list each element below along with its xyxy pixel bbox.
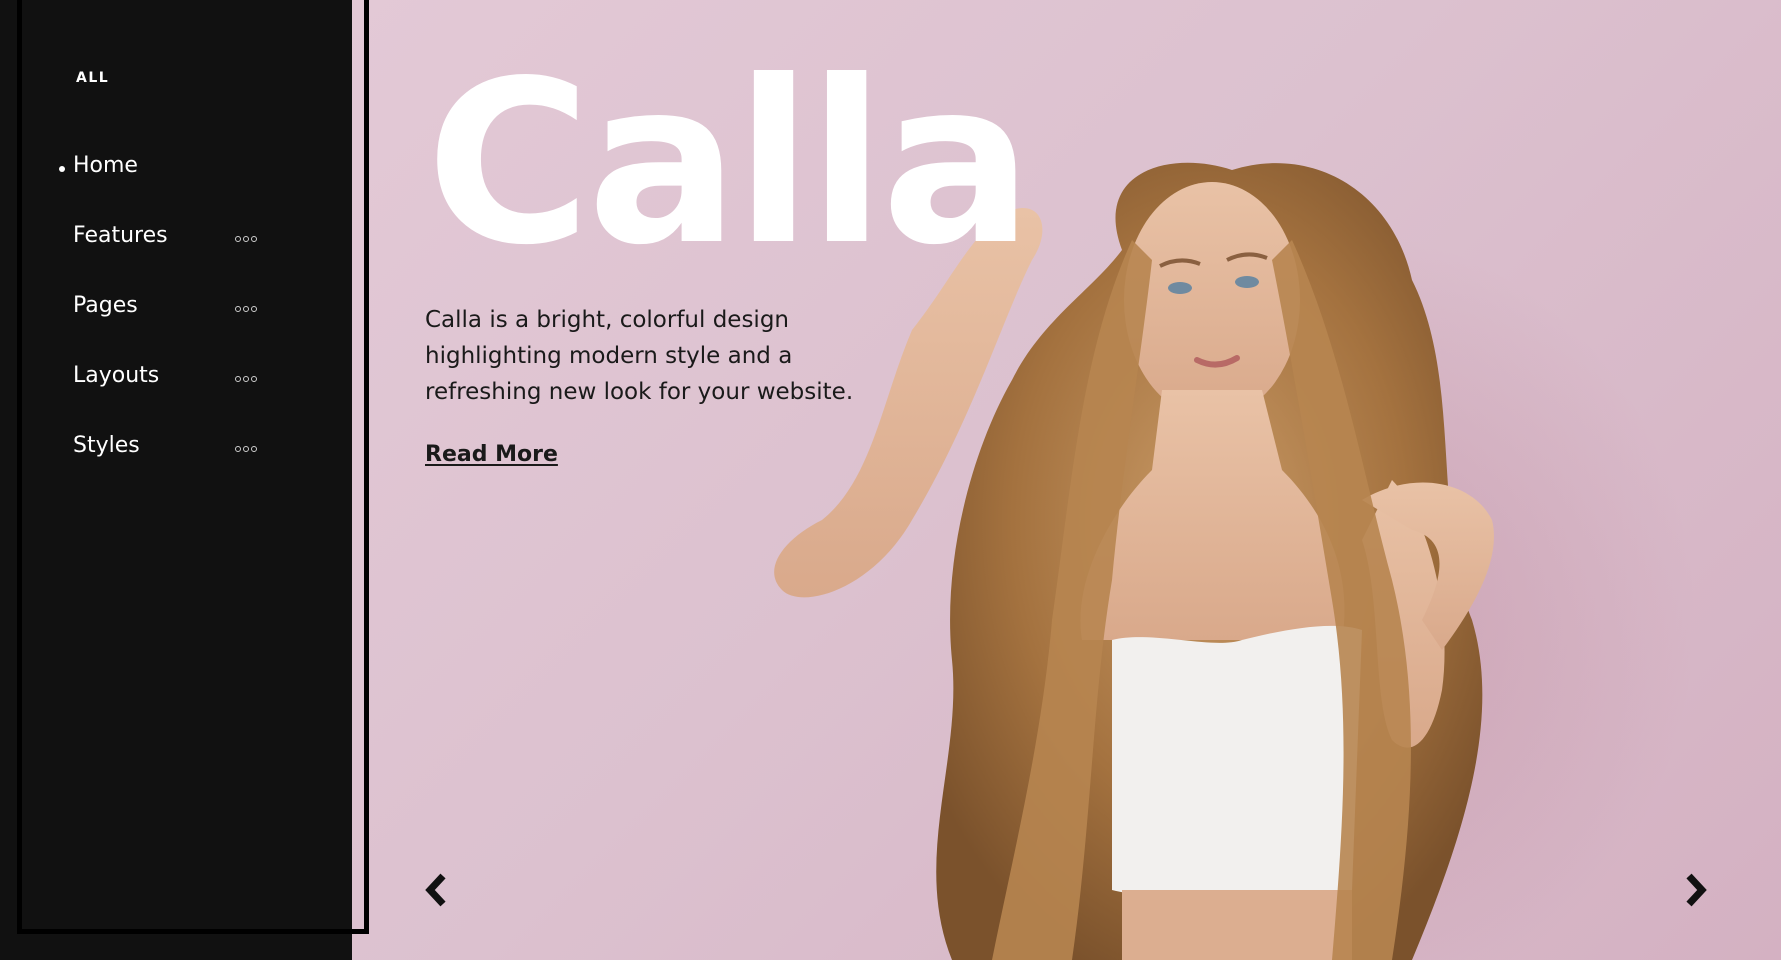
main-nav: Home Features Pages Layouts Styles <box>0 150 352 500</box>
nav-item-label: Styles <box>73 433 140 458</box>
chevron-right-icon <box>1686 873 1707 907</box>
hero-section: Calla Calla is a bright, colorful design… <box>352 0 1781 960</box>
nav-item-label: Features <box>73 223 168 248</box>
more-dots-icon[interactable] <box>235 376 257 382</box>
hero-title: Calla <box>426 33 1033 295</box>
nav-item-layouts[interactable]: Layouts <box>0 360 352 430</box>
nav-item-label: Pages <box>73 293 138 318</box>
nav-item-label: Home <box>73 153 138 178</box>
more-dots-icon[interactable] <box>235 236 257 242</box>
slider-next-button[interactable] <box>1679 870 1713 910</box>
more-dots-icon[interactable] <box>235 306 257 312</box>
read-more-link[interactable]: Read More <box>425 442 558 467</box>
nav-item-features[interactable]: Features <box>0 220 352 290</box>
nav-item-pages[interactable]: Pages <box>0 290 352 360</box>
chevron-left-icon <box>425 873 446 907</box>
nav-item-styles[interactable]: Styles <box>0 430 352 500</box>
hero-description: Calla is a bright, colorful design highl… <box>425 307 854 405</box>
nav-item-label: Layouts <box>73 363 160 388</box>
more-dots-icon[interactable] <box>235 446 257 452</box>
nav-item-home[interactable]: Home <box>0 150 352 220</box>
slider-prev-button[interactable] <box>419 870 453 910</box>
sidebar: ALL Home Features Pages Layouts Styles <box>0 0 352 960</box>
filter-label-all[interactable]: ALL <box>76 70 109 86</box>
active-bullet-icon <box>59 166 65 172</box>
